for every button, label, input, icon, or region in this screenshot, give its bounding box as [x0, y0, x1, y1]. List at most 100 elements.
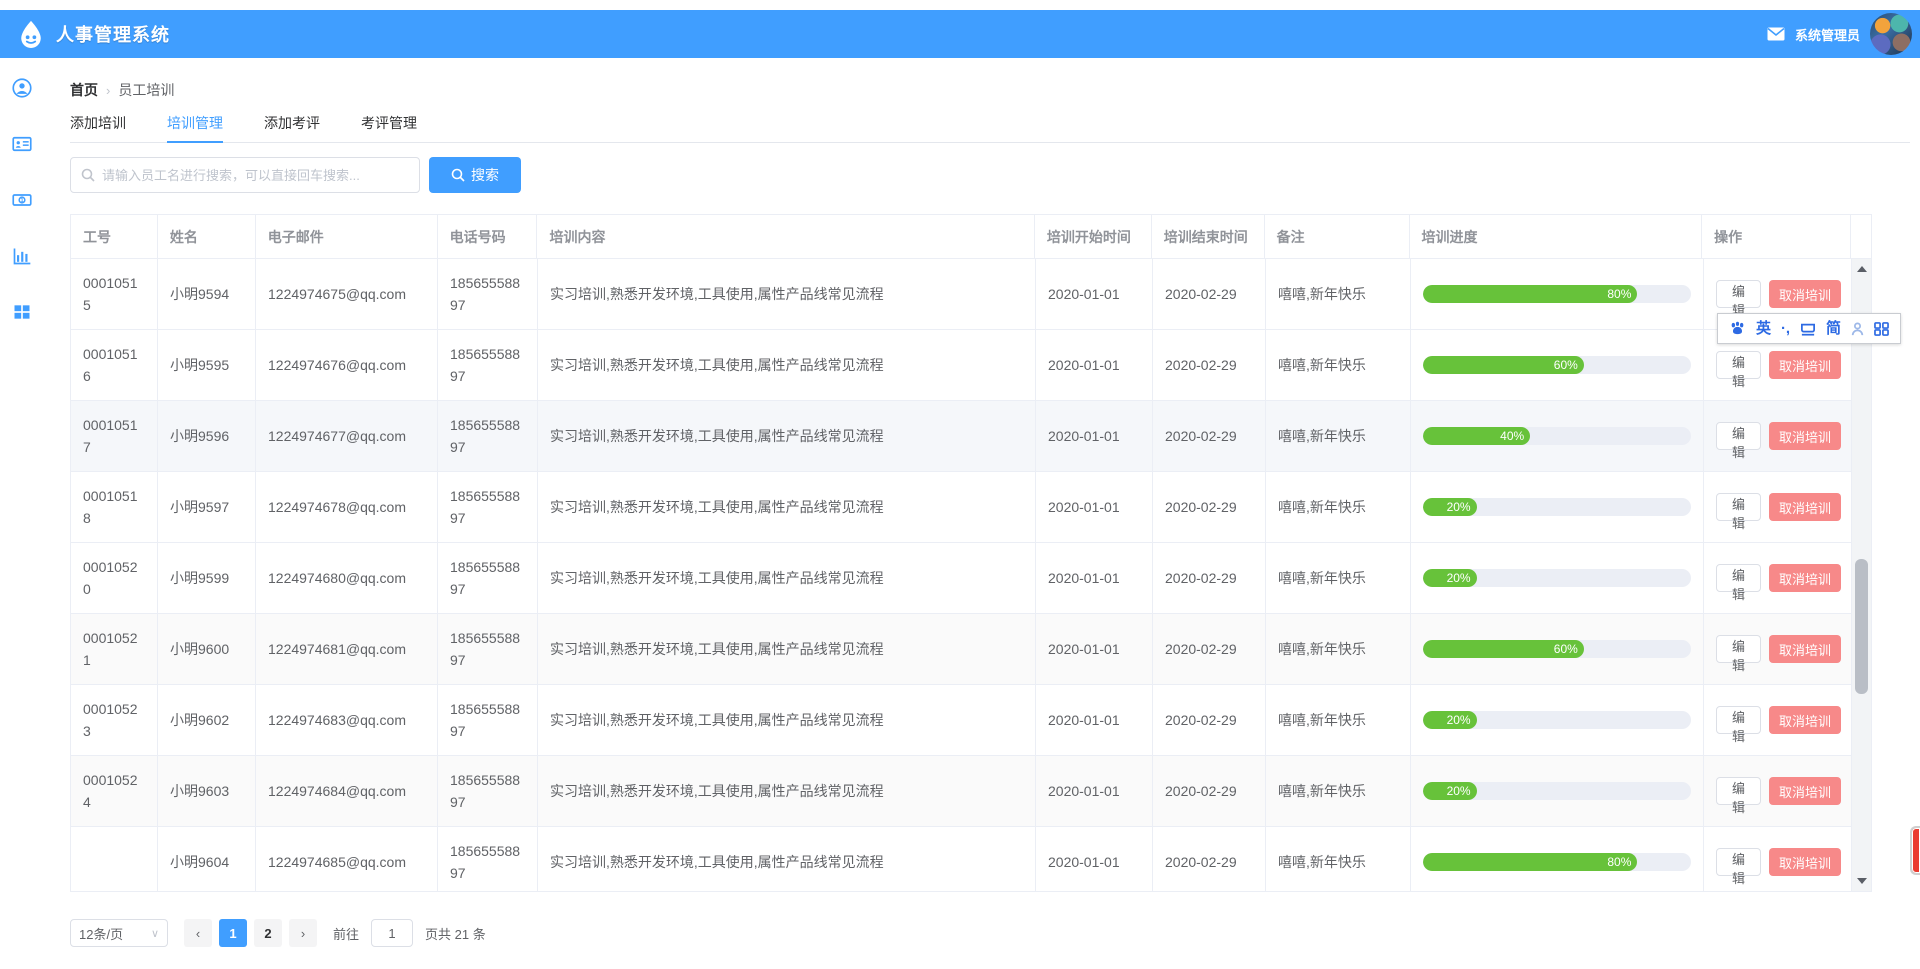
cancel-training-button[interactable]: 取消培训 — [1769, 848, 1841, 876]
sidebar-nav: 1 — [0, 58, 44, 969]
edit-button[interactable]: 编辑 — [1716, 280, 1761, 308]
search-button[interactable]: 搜索 — [429, 157, 521, 193]
cancel-training-button[interactable]: 取消培训 — [1769, 493, 1841, 521]
banknote-icon[interactable]: 1 — [12, 190, 32, 210]
breadcrumb-home[interactable]: 首页 — [70, 80, 98, 100]
cell-end-date: 2020-02-29 — [1153, 614, 1266, 684]
cell-progress: 60% — [1411, 614, 1704, 684]
cell-phone: 18565558897 — [438, 543, 538, 613]
column-header-4: 培训内容 — [537, 215, 1034, 258]
edit-button[interactable]: 编辑 — [1716, 777, 1761, 805]
breadcrumb: 首页 › 员工培训 — [70, 80, 174, 100]
cell-training-content: 实习培训,熟悉开发环境,工具使用,属性产品线常见流程 — [538, 259, 1036, 329]
scroll-up-icon[interactable] — [1857, 266, 1867, 272]
table-row: 00010516小明95951224974676@qq.com185655588… — [71, 330, 1871, 401]
cell-actions: 编辑取消培训 — [1704, 827, 1853, 891]
app-title: 人事管理系统 — [56, 21, 170, 47]
cancel-training-button[interactable]: 取消培训 — [1769, 351, 1841, 379]
bar-chart-icon[interactable] — [12, 246, 32, 266]
cancel-training-button[interactable]: 取消培训 — [1769, 706, 1841, 734]
pagination: 12条/页 ∨ ‹ 1 2 › 前往 页共 21 条 — [70, 918, 486, 948]
progress-value: 80% — [1607, 285, 1637, 303]
tab-bar: 添加培训 培训管理 添加考评 考评管理 — [70, 110, 1910, 143]
ime-simplified-toggle[interactable]: 简 — [1826, 321, 1841, 336]
table-row: 小明96041224974685@qq.com18565558897实习培训,熟… — [71, 827, 1871, 891]
baidu-paw-icon[interactable] — [1729, 321, 1746, 336]
cell-end-date: 2020-02-29 — [1153, 330, 1266, 400]
search-input[interactable] — [102, 168, 409, 183]
edit-button[interactable]: 编辑 — [1716, 706, 1761, 734]
cell-progress: 20% — [1411, 472, 1704, 542]
next-page-button[interactable]: › — [289, 919, 317, 947]
cell-employee-id: 00010523 — [71, 685, 158, 755]
search-icon — [81, 168, 95, 182]
edit-button[interactable]: 编辑 — [1716, 848, 1761, 876]
progress-fill: 60% — [1423, 640, 1584, 658]
cancel-training-button[interactable]: 取消培训 — [1769, 422, 1841, 450]
cancel-training-button[interactable]: 取消培训 — [1769, 777, 1841, 805]
page-button-1[interactable]: 1 — [219, 919, 247, 947]
cell-training-content: 实习培训,熟悉开发环境,工具使用,属性产品线常见流程 — [538, 827, 1036, 891]
page-button-2[interactable]: 2 — [254, 919, 282, 947]
cell-employee-id: 00010518 — [71, 472, 158, 542]
cell-name: 小明9595 — [158, 330, 256, 400]
cell-progress: 80% — [1411, 259, 1704, 329]
search-button-icon — [451, 168, 465, 182]
cancel-training-button[interactable]: 取消培训 — [1769, 564, 1841, 592]
cell-training-content: 实习培训,熟悉开发环境,工具使用,属性产品线常见流程 — [538, 401, 1036, 471]
progress-value: 40% — [1500, 427, 1530, 445]
mail-icon[interactable] — [1767, 27, 1785, 41]
progress-bar: 60% — [1423, 356, 1691, 374]
page-jumper-input[interactable] — [371, 919, 413, 947]
cell-progress: 60% — [1411, 330, 1704, 400]
cell-email: 1224974684@qq.com — [256, 756, 438, 826]
cell-start-date: 2020-01-01 — [1036, 543, 1153, 613]
apps-grid-icon[interactable] — [12, 302, 32, 322]
cell-email: 1224974681@qq.com — [256, 614, 438, 684]
edit-button[interactable]: 编辑 — [1716, 351, 1761, 379]
cell-remark: 嘻嘻,新年快乐 — [1266, 827, 1411, 891]
column-header-9: 操作 — [1702, 215, 1851, 258]
edit-button[interactable]: 编辑 — [1716, 564, 1761, 592]
ime-grid-menu-icon[interactable] — [1874, 322, 1889, 336]
page-size-select[interactable]: 12条/页 ∨ — [70, 919, 168, 947]
cell-progress: 20% — [1411, 543, 1704, 613]
ime-punctuation-toggle[interactable]: ·, — [1781, 321, 1790, 336]
cell-end-date: 2020-02-29 — [1153, 685, 1266, 755]
cell-name: 小明9604 — [158, 827, 256, 891]
admin-name[interactable]: 系统管理员 — [1795, 25, 1860, 44]
cell-actions: 编辑取消培训 — [1704, 756, 1853, 826]
pager-group: ‹ 1 2 › — [184, 919, 317, 947]
tab-add-review[interactable]: 添加考评 — [264, 110, 320, 143]
breadcrumb-current: 员工培训 — [118, 80, 174, 100]
user-circle-icon[interactable] — [12, 78, 32, 98]
tab-review-management[interactable]: 考评管理 — [361, 110, 417, 143]
edit-button[interactable]: 编辑 — [1716, 422, 1761, 450]
ime-keyboard-tray-icon[interactable] — [1800, 322, 1816, 336]
user-silhouette-icon[interactable] — [1851, 322, 1864, 336]
cancel-training-button[interactable]: 取消培训 — [1769, 280, 1841, 308]
cancel-training-button[interactable]: 取消培训 — [1769, 635, 1841, 663]
scroll-down-icon[interactable] — [1857, 878, 1867, 884]
cell-phone: 18565558897 — [438, 685, 538, 755]
ime-language-toggle[interactable]: 英 — [1756, 321, 1771, 336]
cell-employee-id: 00010524 — [71, 756, 158, 826]
progress-value: 20% — [1447, 569, 1477, 587]
prev-page-button[interactable]: ‹ — [184, 919, 212, 947]
edit-button[interactable]: 编辑 — [1716, 493, 1761, 521]
cell-remark: 嘻嘻,新年快乐 — [1266, 472, 1411, 542]
tab-add-training[interactable]: 添加培训 — [70, 110, 126, 143]
table-scrollbar[interactable] — [1851, 259, 1871, 891]
scrollbar-thumb[interactable] — [1855, 559, 1868, 694]
column-header-3: 电话号码 — [438, 215, 538, 258]
cell-actions: 编辑取消培训 — [1704, 685, 1853, 755]
progress-fill: 80% — [1423, 285, 1637, 303]
edit-button[interactable]: 编辑 — [1716, 635, 1761, 663]
cell-email: 1224974678@qq.com — [256, 472, 438, 542]
progress-value: 60% — [1554, 356, 1584, 374]
id-card-icon[interactable] — [12, 134, 32, 154]
user-avatar[interactable] — [1870, 13, 1912, 55]
tab-training-management[interactable]: 培训管理 — [167, 110, 223, 143]
table-row: 00010521小明96001224974681@qq.com185655588… — [71, 614, 1871, 685]
progress-value: 20% — [1447, 782, 1477, 800]
